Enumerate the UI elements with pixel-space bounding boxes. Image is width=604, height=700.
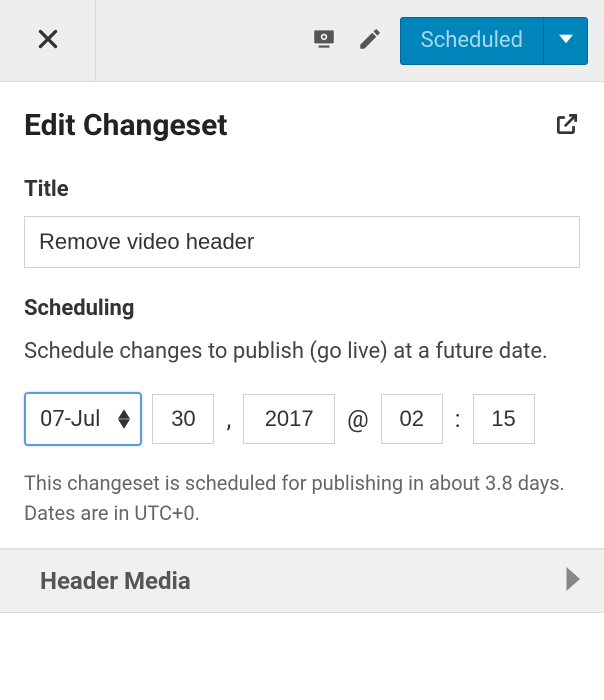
sections: Header Media — [0, 548, 604, 613]
scheduling-description: Schedule changes to publish (go live) at… — [24, 335, 580, 368]
edit-changeset-panel: Edit Changeset Title Scheduling Schedule… — [0, 82, 604, 548]
preview-button[interactable] — [308, 25, 340, 57]
section-header-media[interactable]: Header Media — [0, 549, 604, 613]
schedule-hint: This changeset is scheduled for publishi… — [24, 468, 580, 528]
stepper-icon — [118, 409, 130, 429]
open-external-button[interactable] — [554, 111, 580, 141]
external-link-icon — [554, 122, 580, 141]
colon-separator: : — [453, 405, 463, 433]
topbar: Scheduled — [0, 0, 604, 82]
title-input[interactable] — [24, 216, 580, 268]
panel-header: Edit Changeset — [24, 108, 580, 143]
day-input[interactable] — [152, 394, 214, 444]
month-select[interactable]: 07-Jul — [24, 392, 142, 446]
pencil-icon — [357, 26, 383, 56]
chevron-right-icon — [566, 567, 582, 595]
minute-input[interactable] — [473, 394, 535, 444]
hour-input[interactable] — [381, 394, 443, 444]
year-input[interactable] — [243, 394, 335, 444]
page-title: Edit Changeset — [24, 108, 227, 143]
at-separator: @ — [345, 405, 371, 433]
preview-icon — [311, 26, 337, 56]
status-button[interactable]: Scheduled — [400, 17, 588, 65]
topbar-actions: Scheduled — [308, 17, 604, 65]
status-label: Scheduled — [401, 18, 543, 64]
chevron-down-icon — [559, 31, 573, 50]
schedule-date-row: 07-Jul , @ : — [24, 392, 580, 446]
comma-separator: , — [224, 405, 233, 433]
edit-button[interactable] — [354, 25, 386, 57]
scheduling-label: Scheduling — [24, 296, 580, 321]
close-icon — [35, 26, 61, 56]
close-button[interactable] — [0, 0, 96, 81]
status-dropdown-toggle[interactable] — [543, 18, 587, 64]
title-field-label: Title — [24, 177, 580, 202]
month-value: 07-Jul — [40, 407, 100, 432]
section-label: Header Media — [40, 567, 191, 595]
